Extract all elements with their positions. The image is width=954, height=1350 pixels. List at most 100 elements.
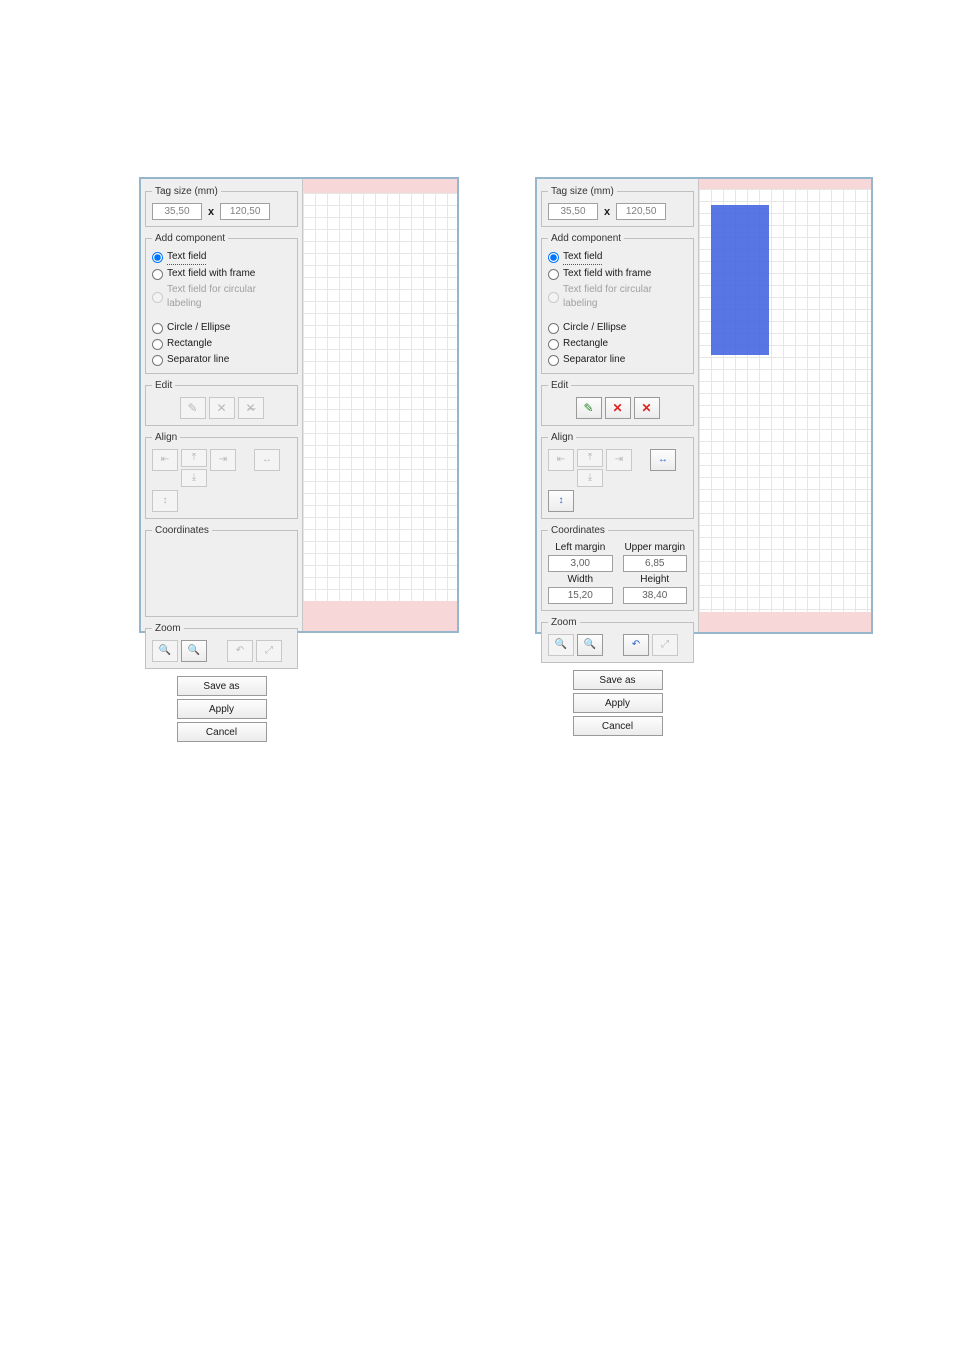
coordinates-legend: Coordinates bbox=[152, 525, 212, 536]
coordinates-group: Coordinates Left margin Upper margin Wid… bbox=[541, 525, 694, 611]
align-group: Align ⇤ ⤒ ⤓ ⇥ ↔ ↕ bbox=[541, 432, 694, 519]
radio-text-field-frame[interactable]: Text field with frame bbox=[548, 267, 687, 281]
zoom-fit-icon: ⤢ bbox=[661, 640, 669, 650]
radio-circle-ellipse-input[interactable] bbox=[548, 323, 559, 334]
add-component-legend: Add component bbox=[152, 233, 228, 244]
radio-text-field-input[interactable] bbox=[548, 252, 559, 263]
align-right-button: ⇥ bbox=[606, 449, 632, 471]
radio-text-circular-input bbox=[152, 292, 163, 303]
add-component-radios: Text field Text field with frame Text fi… bbox=[152, 250, 291, 367]
editor-window-2: Tag size (mm) x Add component Text field… bbox=[535, 177, 873, 634]
align-group: Align ⇤ ⤒ ⤓ ⇥ ↔ ↕ bbox=[145, 432, 298, 519]
selected-component[interactable] bbox=[711, 205, 769, 355]
center-horiz-button[interactable]: ↔ bbox=[650, 449, 676, 471]
tag-width-input bbox=[152, 203, 202, 220]
center-vert-icon: ↕ bbox=[559, 496, 564, 506]
apply-button[interactable]: Apply bbox=[573, 693, 663, 713]
design-canvas[interactable] bbox=[303, 179, 457, 631]
tag-size-group: Tag size (mm) x bbox=[541, 186, 694, 227]
center-vert-button: ↕ bbox=[152, 490, 178, 512]
edit-legend: Edit bbox=[152, 380, 175, 391]
design-canvas[interactable] bbox=[699, 179, 871, 632]
upper-margin-input[interactable] bbox=[623, 555, 688, 572]
add-component-radios: Text field Text field with frame Text fi… bbox=[548, 250, 687, 367]
radio-separator-line[interactable]: Separator line bbox=[548, 353, 687, 367]
align-bottom-button: ⤓ bbox=[577, 469, 603, 487]
undo-button[interactable]: ↶ bbox=[623, 634, 649, 656]
radio-circle-ellipse-input[interactable] bbox=[152, 323, 163, 334]
save-as-button[interactable]: Save as bbox=[573, 670, 663, 690]
tag-height-input bbox=[220, 203, 270, 220]
center-vert-button[interactable]: ↕ bbox=[548, 490, 574, 512]
radio-text-circular: Text field for circular labeling bbox=[152, 283, 291, 311]
align-bottom-icon: ⤓ bbox=[588, 473, 592, 483]
zoom-in-button[interactable]: 🔍 bbox=[577, 634, 603, 656]
edit-icon: ✎ bbox=[583, 402, 593, 414]
coordinates-group: Coordinates bbox=[145, 525, 298, 617]
align-legend: Align bbox=[152, 432, 180, 443]
add-component-group: Add component Text field Text field with… bbox=[541, 233, 694, 374]
delete-all-icon: ✕ bbox=[641, 402, 651, 414]
tag-size-separator: x bbox=[208, 206, 214, 218]
edit-button: ✎ bbox=[180, 397, 206, 419]
upper-margin-label: Upper margin bbox=[623, 542, 688, 553]
cancel-button[interactable]: Cancel bbox=[177, 722, 267, 742]
radio-rectangle-input[interactable] bbox=[548, 339, 559, 350]
save-as-button[interactable]: Save as bbox=[177, 676, 267, 696]
edit-group: Edit ✎ ✕ ✕ bbox=[541, 380, 694, 426]
radio-rectangle[interactable]: Rectangle bbox=[152, 337, 291, 351]
zoom-out-icon: 🔍 bbox=[159, 646, 171, 656]
apply-button[interactable]: Apply bbox=[177, 699, 267, 719]
radio-text-field[interactable]: Text field bbox=[548, 250, 687, 265]
radio-text-field[interactable]: Text field bbox=[152, 250, 291, 265]
tag-size-separator: x bbox=[604, 206, 610, 218]
align-left-button: ⇤ bbox=[152, 449, 178, 471]
canvas-grid bbox=[303, 193, 457, 601]
delete-button[interactable]: ✕ bbox=[605, 397, 631, 419]
add-component-legend: Add component bbox=[548, 233, 624, 244]
radio-text-field-input[interactable] bbox=[152, 252, 163, 263]
radio-text-field-frame-input[interactable] bbox=[152, 269, 163, 280]
zoom-in-button[interactable]: 🔍 bbox=[181, 640, 207, 662]
edit-button[interactable]: ✎ bbox=[576, 397, 602, 419]
center-horiz-icon: ↔ bbox=[262, 455, 272, 465]
control-panel: Tag size (mm) x Add component Text field… bbox=[537, 179, 699, 632]
tag-width-input bbox=[548, 203, 598, 220]
delete-all-button[interactable]: ✕ bbox=[634, 397, 660, 419]
radio-text-field-frame[interactable]: Text field with frame bbox=[152, 267, 291, 281]
center-horiz-button: ↔ bbox=[254, 449, 280, 471]
radio-text-field-frame-input[interactable] bbox=[548, 269, 559, 280]
radio-separator-line-input[interactable] bbox=[152, 355, 163, 366]
delete-button: ✕ bbox=[209, 397, 235, 419]
undo-button: ↶ bbox=[227, 640, 253, 662]
delete-icon: ✕ bbox=[216, 402, 226, 414]
align-bottom-icon: ⤓ bbox=[192, 473, 196, 483]
edit-group: Edit ✎ ✕ ✕̶ bbox=[145, 380, 298, 426]
radio-rectangle[interactable]: Rectangle bbox=[548, 337, 687, 351]
zoom-in-icon: 🔍 bbox=[188, 646, 200, 656]
tag-height-input bbox=[616, 203, 666, 220]
tag-size-legend: Tag size (mm) bbox=[548, 186, 617, 197]
radio-rectangle-input[interactable] bbox=[152, 339, 163, 350]
align-left-icon: ⇤ bbox=[161, 455, 169, 465]
height-input[interactable] bbox=[623, 587, 688, 604]
radio-text-circular-input bbox=[548, 292, 559, 303]
zoom-group: Zoom 🔍 🔍 ↶ ⤢ bbox=[541, 617, 694, 663]
align-bottom-button: ⤓ bbox=[181, 469, 207, 487]
zoom-legend: Zoom bbox=[548, 617, 580, 628]
left-margin-label: Left margin bbox=[548, 542, 613, 553]
center-horiz-icon: ↔ bbox=[658, 455, 668, 465]
zoom-fit-button: ⤢ bbox=[652, 634, 678, 656]
width-input[interactable] bbox=[548, 587, 613, 604]
left-margin-input[interactable] bbox=[548, 555, 613, 572]
align-top-icon: ⤒ bbox=[192, 453, 196, 463]
radio-separator-line-input[interactable] bbox=[548, 355, 559, 366]
radio-separator-line[interactable]: Separator line bbox=[152, 353, 291, 367]
align-top-button: ⤒ bbox=[181, 449, 207, 467]
radio-circle-ellipse[interactable]: Circle / Ellipse bbox=[548, 321, 687, 335]
radio-circle-ellipse[interactable]: Circle / Ellipse bbox=[152, 321, 291, 335]
cancel-button[interactable]: Cancel bbox=[573, 716, 663, 736]
zoom-out-icon: 🔍 bbox=[555, 640, 567, 650]
zoom-out-button: 🔍 bbox=[548, 634, 574, 656]
undo-icon: ↶ bbox=[236, 646, 244, 656]
